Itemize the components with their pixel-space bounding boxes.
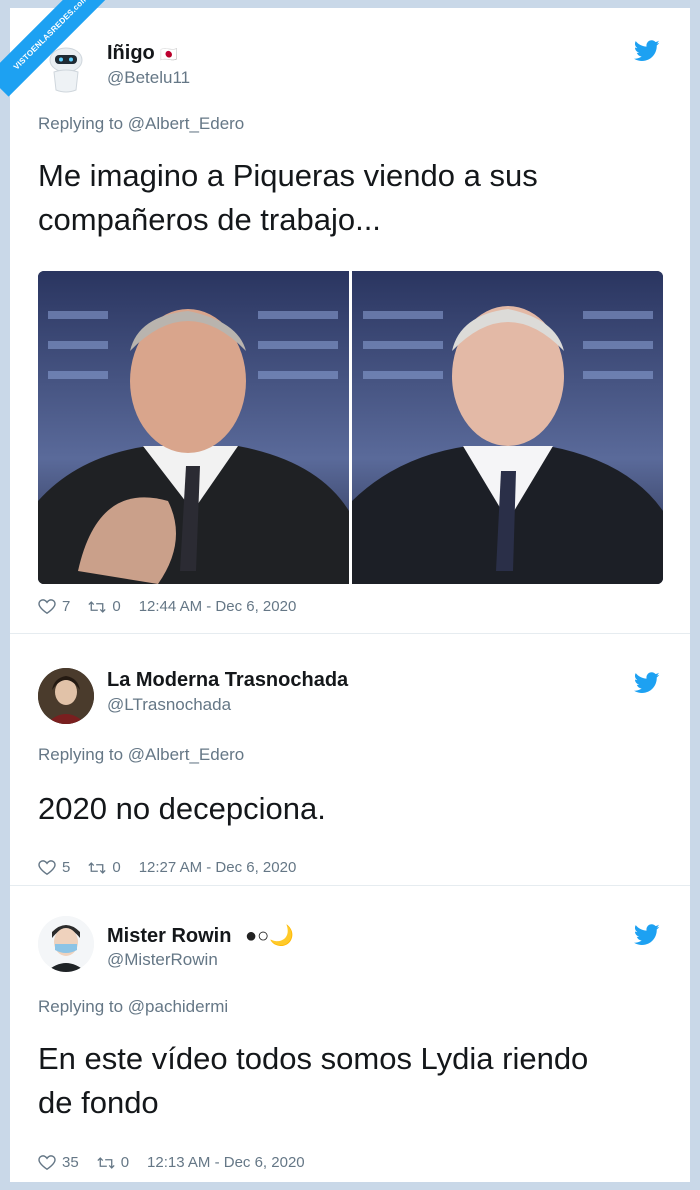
display-name[interactable]: Mister Rowin ●○🌙: [107, 923, 294, 948]
like-count: 7: [62, 598, 71, 615]
retweet-count: 0: [112, 859, 121, 876]
like-count: 35: [62, 1154, 79, 1171]
display-name[interactable]: Iñigo 🇯🇵: [107, 42, 178, 65]
moon-phase-emoji: ●○🌙: [245, 925, 295, 947]
timestamp[interactable]: 12:44 AM - Dec 6, 2020: [139, 598, 297, 615]
tweet-media-image[interactable]: [38, 271, 663, 584]
tweet-text-line: de fondo: [38, 1085, 159, 1120]
tweet-card[interactable]: Mister Rowin ●○🌙 @MisterRowin Replying t…: [10, 885, 690, 1183]
replying-to[interactable]: Replying to @pachidermi: [38, 997, 228, 1017]
profile-photo: [38, 916, 94, 972]
user-handle[interactable]: @MisterRowin: [107, 950, 218, 970]
tweet-text-line: 2020 no decepciona.: [38, 791, 326, 826]
tweet-text: Me imagino a Piqueras viendo a sus compa…: [38, 154, 668, 242]
tweet-text-line: compañeros de trabajo...: [38, 202, 381, 237]
tweet-card[interactable]: La Moderna Trasnochada @LTrasnochada Rep…: [10, 633, 690, 886]
retweet-icon[interactable]: [97, 1155, 115, 1171]
tweet-text-line: En este vídeo todos somos Lydia riendo: [38, 1041, 589, 1076]
tweet-card[interactable]: Iñigo 🇯🇵 @Betelu11 Replying to @Albert_E…: [10, 8, 690, 633]
profile-photo: [38, 668, 94, 724]
retweet-count: 0: [112, 598, 121, 615]
screenshot-frame: VISTOENLASREDES.com Iñigo 🇯🇵 @Betelu11 R…: [0, 0, 690, 1183]
display-name-text: Iñigo: [107, 42, 155, 64]
retweet-icon[interactable]: [88, 599, 106, 615]
display-name[interactable]: La Moderna Trasnochada: [107, 669, 348, 692]
heart-icon[interactable]: [38, 859, 56, 876]
user-handle[interactable]: @LTrasnochada: [107, 695, 231, 715]
display-name-text: Mister Rowin: [107, 925, 232, 947]
news-anchor-photo: [38, 271, 663, 584]
heart-icon[interactable]: [38, 598, 56, 615]
tweet-text: En este vídeo todos somos Lydia riendo d…: [38, 1037, 668, 1125]
twitter-bird-icon[interactable]: [634, 924, 660, 946]
tweet-meta: 35 0 12:13 AM - Dec 6, 2020: [38, 1154, 305, 1171]
retweet-icon[interactable]: [88, 860, 106, 876]
replying-to[interactable]: Replying to @Albert_Edero: [38, 114, 244, 134]
avatar[interactable]: [38, 916, 94, 972]
timestamp[interactable]: 12:27 AM - Dec 6, 2020: [139, 859, 297, 876]
flag-emoji: 🇯🇵: [160, 46, 178, 62]
tweet-meta: 7 0 12:44 AM - Dec 6, 2020: [38, 598, 296, 615]
like-count: 5: [62, 859, 71, 876]
tweet-text-line: Me imagino a Piqueras viendo a sus: [38, 158, 538, 193]
twitter-bird-icon[interactable]: [634, 672, 660, 694]
heart-icon[interactable]: [38, 1154, 56, 1171]
tweet-meta: 5 0 12:27 AM - Dec 6, 2020: [38, 859, 296, 876]
timestamp[interactable]: 12:13 AM - Dec 6, 2020: [147, 1154, 305, 1171]
twitter-bird-icon[interactable]: [634, 40, 660, 62]
tweet-text: 2020 no decepciona.: [38, 787, 668, 831]
replying-to[interactable]: Replying to @Albert_Edero: [38, 745, 244, 765]
avatar[interactable]: [38, 668, 94, 724]
retweet-count: 0: [120, 1154, 130, 1171]
user-handle[interactable]: @Betelu11: [107, 68, 190, 88]
